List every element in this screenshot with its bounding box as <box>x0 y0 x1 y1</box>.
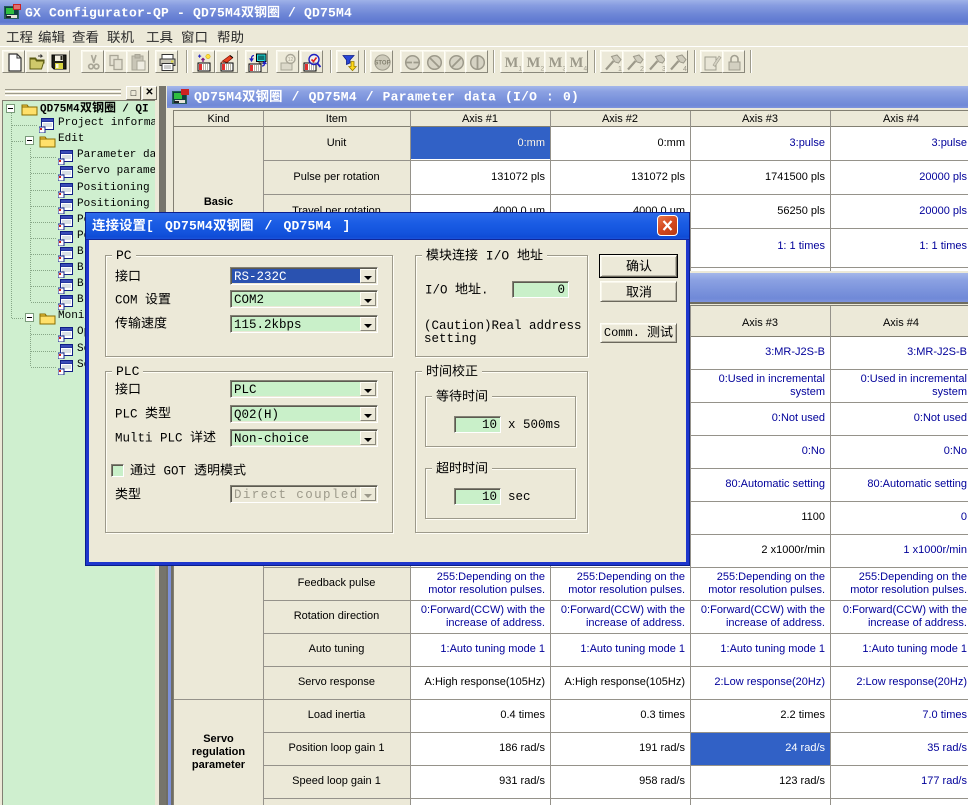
svg-text:M: M <box>548 55 562 71</box>
svg-text:4: 4 <box>584 66 588 73</box>
svg-text:4: 4 <box>683 66 687 72</box>
svg-text:M: M <box>505 55 519 71</box>
svg-text:M: M <box>527 55 541 71</box>
svg-text:12: 12 <box>288 57 294 63</box>
svg-text:M: M <box>570 55 584 71</box>
svg-text:STOP: STOP <box>374 61 390 67</box>
